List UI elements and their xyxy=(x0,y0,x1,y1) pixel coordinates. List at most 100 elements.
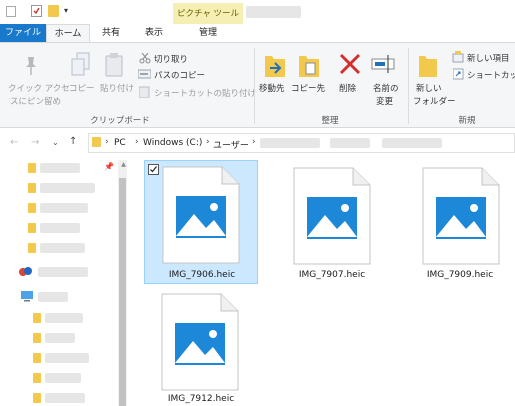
back-icon[interactable]: ← xyxy=(10,137,18,148)
tab-file[interactable]: ファイル xyxy=(0,24,46,42)
ribbon-separator xyxy=(408,48,409,124)
navigation-pane xyxy=(0,158,128,406)
copy-path-icon xyxy=(138,69,151,79)
folder-icon xyxy=(33,313,41,323)
nav-item-blurred[interactable] xyxy=(45,333,75,343)
nav-scrollbar-thumb[interactable] xyxy=(119,178,126,406)
new-folder-label-2[interactable]: フォルダー xyxy=(413,95,456,107)
tab-manage[interactable]: 管理 xyxy=(180,24,236,42)
file-item[interactable]: IMG_7906.heic xyxy=(144,160,258,284)
nav-item-blurred[interactable] xyxy=(45,393,85,403)
folder-icon xyxy=(92,137,101,147)
chevron-right-icon[interactable]: › xyxy=(252,137,256,147)
folder-icon xyxy=(33,353,41,363)
new-folder-icon xyxy=(419,56,437,77)
folder-icon xyxy=(33,333,41,343)
new-item-button[interactable]: 新しい項目 xyxy=(467,52,510,64)
breadcrumb-pc[interactable]: PC xyxy=(114,138,126,148)
organize-group-label: 整理 xyxy=(321,116,339,126)
chevron-right-icon[interactable]: › xyxy=(105,137,109,147)
app-icon xyxy=(6,6,16,17)
nav-item-blurred[interactable] xyxy=(45,373,81,383)
ribbon-separator xyxy=(254,48,255,124)
folder-icon xyxy=(28,163,36,173)
forward-icon[interactable]: → xyxy=(31,137,39,148)
tab-home[interactable]: ホーム xyxy=(46,24,90,42)
image-file-icon xyxy=(422,167,500,265)
paste-shortcut-button[interactable]: ショートカットの貼り付け xyxy=(154,87,256,99)
folder-icon xyxy=(28,223,36,233)
new-folder-label-1[interactable]: 新しい xyxy=(416,82,442,94)
nav-item-blurred[interactable] xyxy=(45,313,83,323)
cut-button[interactable]: 切り取り xyxy=(154,53,188,65)
image-file-icon xyxy=(162,166,240,264)
file-name[interactable]: IMG_7907.heic xyxy=(272,270,392,280)
nav-item-blurred[interactable] xyxy=(40,203,88,213)
move-to-icon xyxy=(265,56,285,77)
copy-to-button[interactable]: コピー先 xyxy=(291,82,325,94)
clipboard-group-label: クリップボード xyxy=(90,116,150,126)
quick-access-dropdown-icon[interactable]: ▾ xyxy=(64,6,68,15)
nav-item-blurred[interactable] xyxy=(40,163,80,173)
paste-button[interactable]: 貼り付け xyxy=(100,82,134,94)
tab-share[interactable]: 共有 xyxy=(94,24,128,42)
checkbox-checked[interactable] xyxy=(148,164,159,175)
image-file-icon xyxy=(161,293,239,391)
cut-icon xyxy=(139,53,151,64)
delete-button[interactable]: 削除 xyxy=(339,82,356,94)
up-icon[interactable]: ↑ xyxy=(69,136,77,147)
nav-item-blurred[interactable] xyxy=(45,353,89,363)
breadcrumb-drive[interactable]: Windows (C:) xyxy=(143,138,202,148)
new-item-icon xyxy=(452,51,464,63)
move-to-button[interactable]: 移動先 xyxy=(259,82,285,94)
tab-view[interactable]: 表示 xyxy=(137,24,171,42)
nav-item-blurred[interactable] xyxy=(40,183,95,193)
breadcrumb-users[interactable]: ユーザー xyxy=(213,138,249,151)
rename-icon xyxy=(371,55,395,73)
pin-icon xyxy=(26,57,36,75)
file-name[interactable]: IMG_7906.heic xyxy=(142,270,262,280)
paste-shortcut-icon xyxy=(139,86,150,98)
pin-quick-access-label-2[interactable]: スにピン留め xyxy=(10,95,61,107)
rename-label-2[interactable]: 変更 xyxy=(376,95,393,107)
folder-icon xyxy=(28,243,36,253)
shortcut-icon xyxy=(453,68,464,80)
rename-label-1[interactable]: 名前の xyxy=(373,82,399,94)
file-name[interactable]: IMG_7909.heic xyxy=(400,270,515,280)
nav-item-blurred[interactable] xyxy=(38,292,68,302)
pin-icon: 📌 xyxy=(104,162,114,171)
breadcrumb-blurred xyxy=(382,138,442,148)
file-name[interactable]: IMG_7912.heic xyxy=(141,394,261,404)
breadcrumb-blurred xyxy=(330,138,370,148)
folder-icon xyxy=(28,183,36,193)
breadcrumb-blurred xyxy=(260,138,320,148)
recent-locations-icon[interactable]: ⌄ xyxy=(52,138,59,147)
copy-icon xyxy=(71,52,90,76)
copy-button[interactable]: コピー xyxy=(69,82,95,94)
context-tab-title: ピクチャ ツール xyxy=(176,9,240,19)
chevron-right-icon[interactable]: › xyxy=(206,137,210,147)
nav-item-blurred[interactable] xyxy=(38,267,88,277)
window-title-blurred xyxy=(246,6,301,18)
cloud-icon xyxy=(19,267,32,276)
shortcut-button[interactable]: ショートカット xyxy=(467,69,515,81)
pc-icon xyxy=(21,291,33,302)
copy-to-icon xyxy=(299,56,319,77)
new-group-label: 新規 xyxy=(458,116,476,126)
file-item[interactable]: IMG_7909.heic xyxy=(400,160,514,284)
folder-icon xyxy=(28,203,36,213)
file-item[interactable]: IMG_7907.heic xyxy=(275,160,389,284)
pin-quick-access-label-1[interactable]: クイック アクセ xyxy=(8,82,70,94)
nav-item-blurred[interactable] xyxy=(40,243,85,253)
folder-icon xyxy=(33,393,41,403)
scroll-up-icon[interactable]: ▲ xyxy=(119,161,128,168)
nav-item-blurred[interactable] xyxy=(40,223,80,233)
folder-icon xyxy=(33,373,41,383)
properties-icon[interactable] xyxy=(31,5,42,17)
file-item[interactable]: IMG_7912.heic xyxy=(144,290,258,406)
chevron-right-icon[interactable]: › xyxy=(135,137,139,147)
new-folder-quick-icon[interactable] xyxy=(48,5,59,17)
delete-icon xyxy=(339,53,361,75)
paste-icon xyxy=(105,53,123,77)
copy-path-button[interactable]: パスのコピー xyxy=(154,69,205,81)
